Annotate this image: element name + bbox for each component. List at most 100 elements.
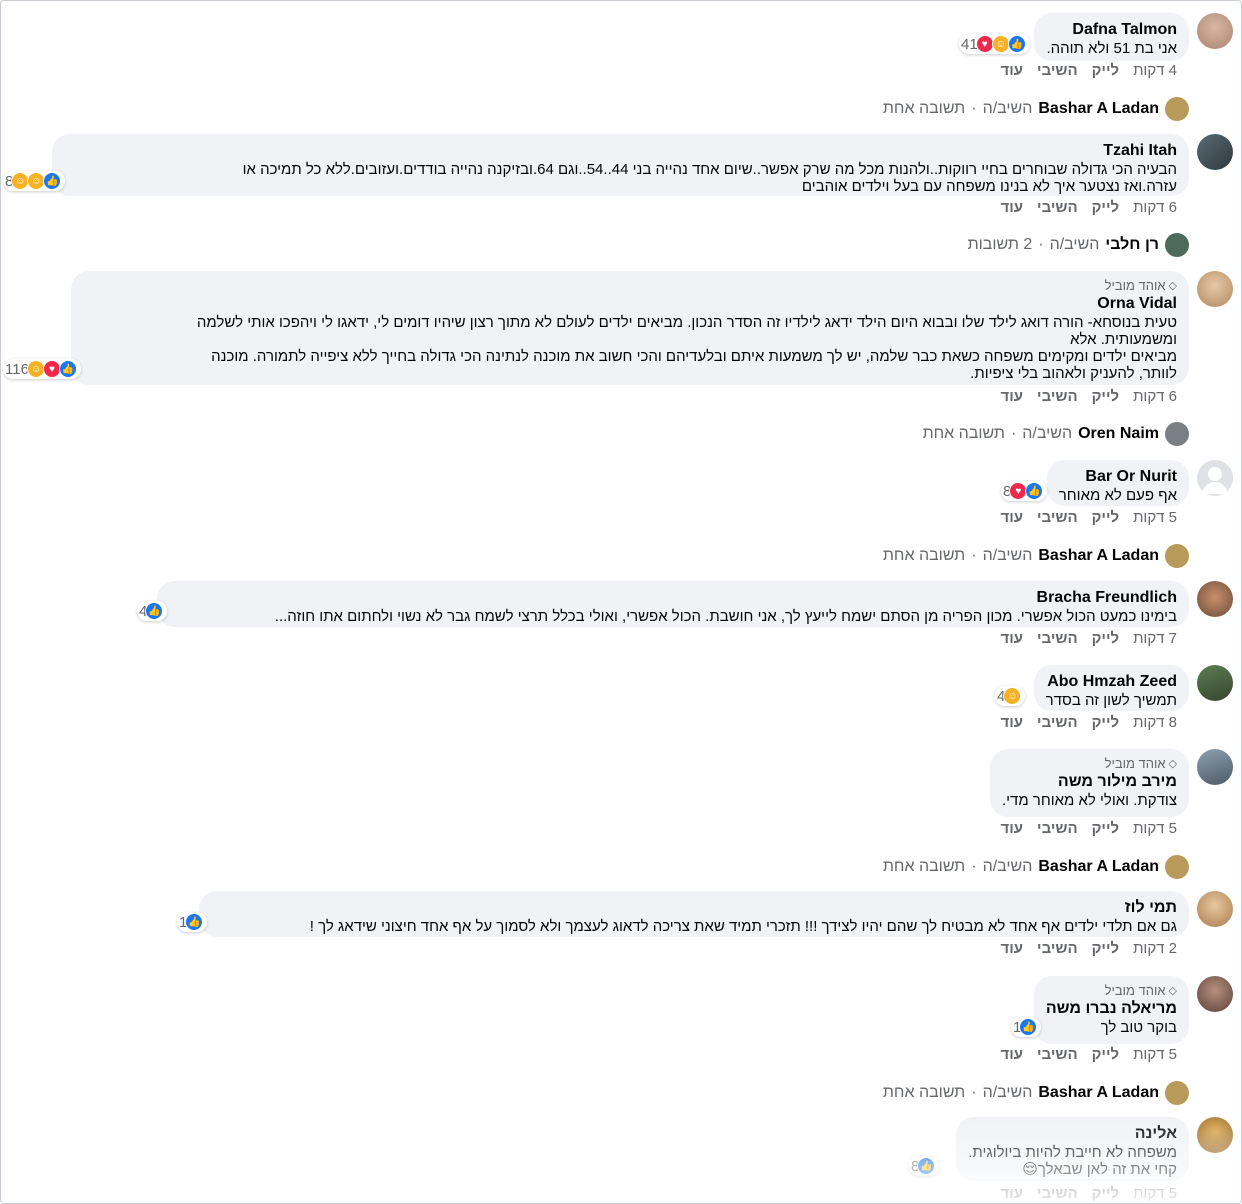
comment-author[interactable]: Abo Hmzah Zeed [1046, 672, 1177, 692]
like-button[interactable]: לייק [1092, 630, 1119, 647]
replies-link[interactable]: Bashar A Ladan השיב/ה · תשובה אחת [883, 544, 1189, 568]
reply-button[interactable]: השיבי [1037, 630, 1078, 647]
comment-time[interactable]: 2 דקות [1133, 940, 1177, 957]
comment-bubble: Abo Hmzah Zeed תמשיך לשון זה בסדר [1033, 665, 1189, 711]
like-button[interactable]: לייק [1092, 509, 1119, 526]
reaction-summary[interactable]: 4 ☺ [995, 686, 1026, 706]
comment-text: אני בת 51 ולא תוהה. [1046, 40, 1177, 57]
avatar [1165, 855, 1189, 879]
like-button[interactable]: לייק [1092, 199, 1119, 216]
reply-button[interactable]: השיבי [1037, 62, 1078, 79]
reaction-summary[interactable]: 4 👍 [137, 601, 168, 621]
comment-text: עזרה.ואז נצטער איך לא בנינו משפחה עם בעל… [801, 178, 1177, 195]
reply-button[interactable]: השיבי [1037, 509, 1078, 526]
comment-author[interactable]: Bar Or Nurit [1059, 467, 1177, 487]
reply-button[interactable]: השיבי [1037, 1185, 1078, 1202]
reply-verb: השיב/ה [982, 858, 1033, 875]
comment-time[interactable]: 8 דקות [1133, 714, 1177, 731]
default-avatar-icon[interactable] [1197, 460, 1233, 496]
reaction-summary[interactable]: 1 👍 [177, 912, 208, 932]
comment-time[interactable]: 5 דקות [1133, 509, 1177, 526]
like-button[interactable]: לייק [1092, 62, 1119, 79]
comment-author[interactable]: Dafna Talmon [1046, 20, 1177, 40]
reply-button[interactable]: השיבי [1037, 940, 1078, 957]
comment-author[interactable]: מריאלה נברו משה [1046, 999, 1177, 1019]
avatar[interactable] [1197, 13, 1233, 49]
more-button[interactable]: עוד [1001, 630, 1024, 647]
avatar[interactable] [1197, 581, 1233, 617]
comment-time[interactable]: 5 דקות [1133, 1185, 1177, 1202]
reply-button[interactable]: השיבי [1037, 1046, 1078, 1063]
more-button[interactable]: עוד [1001, 820, 1024, 837]
more-button[interactable]: עוד [1001, 1185, 1024, 1202]
avatar[interactable] [1197, 665, 1233, 701]
like-button[interactable]: לייק [1092, 1185, 1119, 1202]
avatar [1165, 422, 1189, 446]
comment-author[interactable]: מירב מילור משה [1002, 772, 1177, 792]
like-button[interactable]: לייק [1092, 820, 1119, 837]
comment-time[interactable]: 5 דקות [1133, 820, 1177, 837]
reaction-summary[interactable]: 8 ♥ 👍 [1001, 481, 1048, 501]
comment-time[interactable]: 4 דקות [1133, 62, 1177, 79]
reply-author: Bashar A Ladan [1038, 100, 1159, 117]
replies-link[interactable]: Bashar A Ladan השיב/ה · תשובה אחת [883, 855, 1189, 879]
comment-bubble: ◇ אוהד מוביל Orna Vidal טעית בנוסחא- הורה… [71, 271, 1189, 385]
reply-author: Bashar A Ladan [1038, 1084, 1159, 1101]
avatar[interactable] [1197, 891, 1233, 927]
comment-time[interactable]: 7 דקות [1133, 630, 1177, 647]
comment-bubble: Bracha Freundlich בימינו כמעט הכול אפשרי… [157, 581, 1189, 627]
like-button[interactable]: לייק [1092, 1046, 1119, 1063]
reply-author: רן חלבי [1105, 236, 1159, 253]
comment-author[interactable]: Orna Vidal [83, 294, 1177, 314]
like-button[interactable]: לייק [1092, 940, 1119, 957]
avatar [1165, 233, 1189, 257]
more-button[interactable]: עוד [1001, 1046, 1024, 1063]
comment-author[interactable]: תמי לוז [211, 898, 1177, 918]
diamond-icon: ◇ [1168, 758, 1177, 770]
more-button[interactable]: עוד [1001, 509, 1024, 526]
more-button[interactable]: עוד [1001, 940, 1024, 957]
like-reaction-icon: 👍 [185, 913, 204, 931]
reaction-summary[interactable]: 8 ☺ ☺ 👍 [3, 171, 66, 191]
comment-actions: 5 דקות לייק השיבי עוד [1001, 1185, 1177, 1202]
reaction-summary[interactable]: 1 👍 [1011, 1017, 1042, 1037]
reaction-summary[interactable]: 116 ☺ ♥ 👍 [3, 359, 81, 379]
avatar[interactable] [1197, 134, 1233, 170]
badge-label: אוהד מוביל [1104, 278, 1166, 293]
reply-button[interactable]: השיבי [1037, 388, 1078, 405]
diamond-icon: ◇ [1168, 985, 1177, 997]
reply-author: Bashar A Ladan [1038, 858, 1159, 875]
more-button[interactable]: עוד [1001, 714, 1024, 731]
replies-link[interactable]: רן חלבי השיב/ה · 2 תשובות [968, 233, 1189, 257]
top-fan-badge: ◇ אוהד מוביל [83, 278, 1177, 294]
comments-panel: Dafna Talmon אני בת 51 ולא תוהה. 41 ♥ ☺ … [0, 0, 1242, 1204]
reply-count: תשובה אחת [882, 858, 966, 875]
more-button[interactable]: עוד [1001, 62, 1024, 79]
comment-time[interactable]: 5 דקות [1133, 1046, 1177, 1063]
avatar[interactable] [1197, 271, 1233, 307]
more-button[interactable]: עוד [1001, 199, 1024, 216]
comment-author[interactable]: אלינה [968, 1124, 1177, 1144]
replies-link[interactable]: Bashar A Ladan השיב/ה · תשובה אחת [883, 97, 1189, 121]
reply-count: תשובה אחת [922, 425, 1005, 442]
avatar[interactable] [1197, 749, 1233, 785]
like-button[interactable]: לייק [1092, 388, 1119, 405]
separator: · [971, 1084, 977, 1101]
like-button[interactable]: לייק [1092, 714, 1119, 731]
comment-time[interactable]: 6 דקות [1133, 388, 1177, 405]
comment-author[interactable]: Tzahi Itah [64, 141, 1177, 161]
reaction-summary[interactable]: 41 ♥ ☺ 👍 [959, 34, 1030, 54]
reply-button[interactable]: השיבי [1037, 820, 1078, 837]
replies-link[interactable]: Oren Naim השיב/ה · תשובה אחת [923, 422, 1189, 446]
reply-button[interactable]: השיבי [1037, 714, 1078, 731]
avatar[interactable] [1197, 976, 1233, 1012]
reply-author: Bashar A Ladan [1038, 547, 1159, 564]
avatar[interactable] [1197, 1117, 1233, 1153]
comment-time[interactable]: 6 דקות [1133, 199, 1177, 216]
replies-link[interactable]: Bashar A Ladan השיב/ה · תשובה אחת [883, 1081, 1189, 1105]
comment-author[interactable]: Bracha Freundlich [169, 588, 1177, 608]
love-reaction-icon: ♥ [975, 35, 994, 53]
more-button[interactable]: עוד [1001, 388, 1024, 405]
reaction-summary[interactable]: 8 👍 [909, 1156, 940, 1176]
reply-button[interactable]: השיבי [1037, 199, 1078, 216]
